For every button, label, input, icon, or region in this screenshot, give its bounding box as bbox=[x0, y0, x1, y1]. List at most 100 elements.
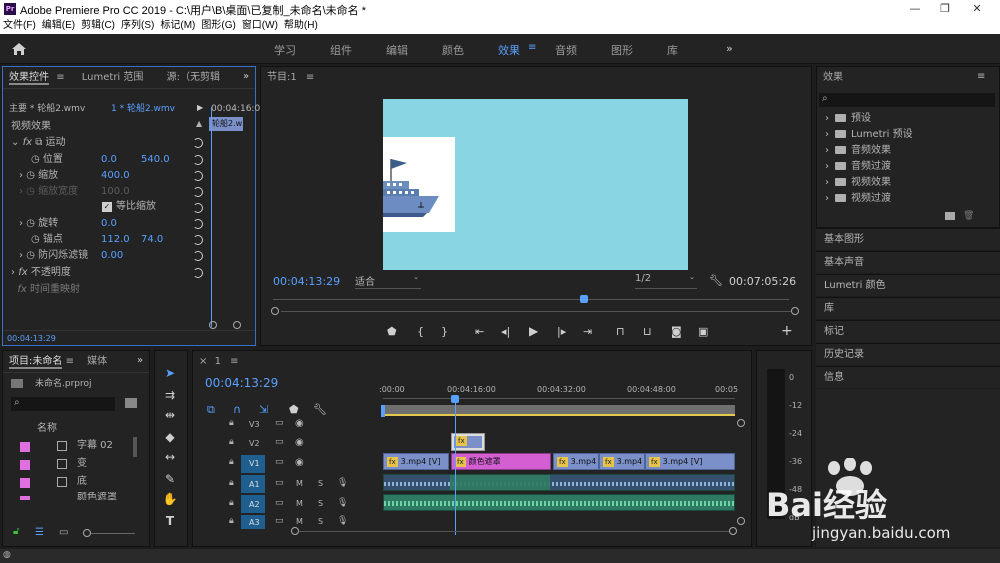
time-ruler[interactable] bbox=[383, 395, 735, 399]
eye-icon[interactable]: ◉ bbox=[295, 457, 304, 468]
reset-icon[interactable] bbox=[193, 219, 203, 229]
microphone-icon[interactable]: 🎙︎ bbox=[337, 516, 348, 526]
track-select-tool-icon[interactable]: ⇉ bbox=[161, 387, 179, 403]
panel-menu-icon[interactable]: ≡ bbox=[306, 72, 314, 83]
work-area-start[interactable] bbox=[381, 405, 385, 417]
extract-icon[interactable]: ⊔ bbox=[643, 325, 652, 338]
clip-v1-color-matte[interactable]: fx 颜色遮罩 bbox=[451, 453, 551, 470]
timeline-timecode[interactable]: 00:04:13:29 bbox=[205, 375, 278, 391]
solo-button[interactable]: S bbox=[318, 499, 323, 508]
menu-marker[interactable]: 标记(M) bbox=[157, 18, 198, 34]
menu-edit[interactable]: 编辑(E) bbox=[39, 18, 78, 34]
add-marker-icon[interactable]: ⬟ bbox=[289, 403, 299, 416]
effects-folder-presets[interactable]: › 预设 bbox=[825, 111, 871, 126]
slip-tool-icon[interactable]: ↔ bbox=[161, 449, 179, 465]
lock-icon[interactable]: 🔓︎ bbox=[13, 526, 19, 537]
fx-icon[interactable]: fx bbox=[23, 137, 32, 148]
solo-button[interactable]: S bbox=[318, 517, 323, 526]
motion-icon[interactable]: ⧉ bbox=[35, 137, 42, 148]
program-timecode[interactable]: 00:04:13:29 bbox=[273, 274, 340, 290]
workspace-menu-icon[interactable]: ≡ bbox=[528, 42, 536, 53]
close-icon[interactable]: × bbox=[199, 356, 207, 367]
type-tool-icon[interactable]: T bbox=[161, 513, 179, 529]
minimize-icon[interactable]: — bbox=[900, 0, 930, 18]
nest-icon[interactable]: ⧉ bbox=[207, 403, 215, 417]
reset-icon[interactable] bbox=[193, 251, 203, 261]
stopwatch-icon[interactable]: ◷ bbox=[26, 218, 35, 229]
maximize-icon[interactable]: ❐ bbox=[930, 0, 960, 18]
list-view-icon[interactable]: ☰ bbox=[35, 527, 44, 538]
workspace-tab-effects[interactable]: 效果 bbox=[498, 42, 520, 58]
microphone-icon[interactable]: 🎙︎ bbox=[337, 498, 348, 508]
hand-tool-icon[interactable]: ✋ bbox=[161, 491, 179, 507]
add-marker-icon[interactable]: ⬟ bbox=[387, 325, 397, 338]
effects-search-input[interactable]: ⌕ bbox=[819, 93, 995, 107]
find-icon[interactable] bbox=[125, 398, 137, 408]
button-editor-icon[interactable]: + bbox=[781, 323, 793, 339]
panel-overflow-icon[interactable]: » bbox=[243, 71, 249, 82]
workspace-tab-libraries[interactable]: 库 bbox=[667, 42, 678, 58]
track-lock-icon[interactable]: 🔒︎ bbox=[229, 418, 234, 428]
sync-lock-icon[interactable]: ▭ bbox=[275, 418, 284, 428]
rotation-value[interactable]: 0.0 bbox=[101, 216, 117, 232]
panel-essential-sound[interactable]: 基本声音 bbox=[816, 251, 1000, 273]
workspace-tab-assembly[interactable]: 组件 bbox=[330, 42, 352, 58]
workspace-more-icon[interactable]: » bbox=[726, 42, 733, 55]
sequence-clip-label[interactable]: 1 * 轮船2.wmv bbox=[111, 101, 175, 117]
panel-menu-icon[interactable]: ≡ bbox=[56, 72, 64, 83]
program-playhead[interactable] bbox=[580, 295, 588, 303]
menu-window[interactable]: 窗口(W) bbox=[239, 18, 281, 34]
workspace-tab-color[interactable]: 颜色 bbox=[442, 42, 464, 58]
program-video-frame[interactable] bbox=[383, 99, 688, 270]
panel-markers[interactable]: 标记 bbox=[816, 320, 1000, 342]
go-to-in-icon[interactable]: ⇤ bbox=[475, 325, 484, 338]
play-icon[interactable]: ▶ bbox=[529, 324, 538, 338]
stopwatch-icon[interactable]: ◷ bbox=[26, 170, 35, 181]
close-icon[interactable]: ✕ bbox=[962, 0, 992, 18]
menu-clip[interactable]: 剪辑(C) bbox=[78, 18, 118, 34]
reset-icon[interactable] bbox=[193, 138, 203, 148]
zoom-handle-left[interactable] bbox=[271, 307, 279, 315]
clip-a2-audio[interactable] bbox=[383, 494, 735, 511]
home-icon[interactable] bbox=[10, 40, 28, 58]
tab-lumetri-scopes[interactable]: Lumetri 范围 bbox=[82, 72, 144, 83]
project-item[interactable]: 底 bbox=[77, 474, 87, 490]
workspace-tab-graphics[interactable]: 图形 bbox=[611, 42, 633, 58]
panel-menu-icon[interactable]: ≡ bbox=[230, 356, 238, 367]
reset-icon[interactable] bbox=[193, 203, 203, 213]
program-zoom-bar[interactable] bbox=[281, 311, 791, 312]
position-x-value[interactable]: 0.0 bbox=[101, 152, 117, 168]
panel-libraries[interactable]: 库 bbox=[816, 297, 1000, 319]
flicker-value[interactable]: 0.00 bbox=[101, 248, 123, 264]
track-lock-icon[interactable]: 🔒︎ bbox=[229, 516, 234, 526]
clip-a1-audio[interactable] bbox=[383, 474, 735, 491]
effects-folder-lumetri-presets[interactable]: › Lumetri 预设 bbox=[825, 127, 913, 142]
panel-lumetri-color[interactable]: Lumetri 颜色 bbox=[816, 274, 1000, 296]
menu-sequence[interactable]: 序列(S) bbox=[118, 18, 157, 34]
quality-dropdown[interactable]: 1/2 ⌄ bbox=[635, 273, 697, 289]
sequence-tab[interactable]: 1 bbox=[215, 356, 221, 367]
wrench-icon[interactable]: 🔧︎ bbox=[313, 403, 327, 416]
project-item[interactable]: 变 bbox=[77, 456, 87, 472]
reset-icon[interactable] bbox=[193, 268, 203, 278]
microphone-icon[interactable]: 🎙︎ bbox=[337, 478, 348, 488]
project-scrollbar[interactable] bbox=[133, 437, 137, 457]
go-to-out-icon[interactable]: ⇥ bbox=[583, 325, 592, 338]
export-frame-icon[interactable]: ◙ bbox=[671, 325, 682, 338]
ripple-edit-tool-icon[interactable]: ⇹ bbox=[161, 407, 179, 423]
play-clip-icon[interactable]: ▶ bbox=[197, 103, 203, 112]
eye-icon[interactable]: ◉ bbox=[295, 437, 304, 448]
zoom-slider[interactable] bbox=[91, 533, 135, 534]
linked-selection-icon[interactable]: ⇲ bbox=[259, 403, 268, 416]
reset-icon[interactable] bbox=[193, 187, 203, 197]
scroll-handle[interactable] bbox=[737, 419, 745, 427]
icon-view-icon[interactable]: ▭ bbox=[59, 527, 68, 538]
solo-button[interactable]: S bbox=[318, 479, 323, 488]
effects-folder-video-effects[interactable]: › 视频效果 bbox=[825, 175, 891, 190]
clip-v1-video[interactable]: fx 3.mp4 [V] bbox=[645, 453, 735, 470]
master-clip-label[interactable]: 主要 * 轮船2.wmv bbox=[9, 101, 85, 117]
zoom-handle-left[interactable] bbox=[209, 321, 217, 329]
anchor-x-value[interactable]: 112.0 bbox=[101, 232, 130, 248]
stopwatch-icon[interactable]: ◷ bbox=[31, 234, 40, 245]
ec-playhead[interactable] bbox=[211, 107, 212, 327]
